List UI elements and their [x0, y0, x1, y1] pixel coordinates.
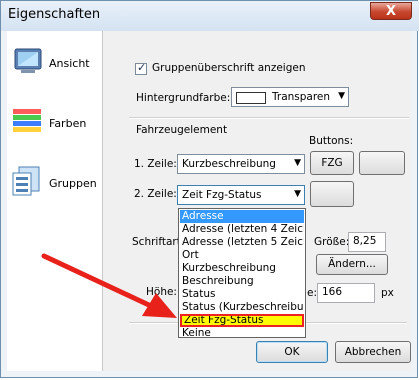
window-title: Eigenschaften [8, 7, 101, 22]
dropdown-option[interactable]: Adresse (letzten 4 Zeichen) [180, 223, 304, 236]
size-label: Größe: [314, 236, 350, 248]
sidebar-item-label: Farben [49, 117, 87, 130]
height-label-tail: e: [307, 287, 317, 299]
sidebar-item-gruppen[interactable]: Gruppen [11, 165, 101, 217]
sidebar-item-label: Gruppen [49, 177, 97, 190]
chevron-down-icon: ▼ [294, 158, 301, 168]
dropdown-option[interactable]: Ort [180, 249, 304, 262]
height-unit: px [381, 287, 394, 299]
change-font-button[interactable]: Ändern... [316, 254, 388, 275]
dropdown-option[interactable]: Status [180, 288, 304, 301]
background-color-select[interactable]: Transparen ▼ [231, 87, 349, 107]
line1-label: 1. Zeile: [134, 158, 177, 170]
buttons-label: Buttons: [309, 135, 354, 147]
dropdown-option[interactable]: Adresse (letzten 5 Zeichen) [180, 236, 304, 249]
dropdown-option[interactable]: Kurzbeschreibung [180, 262, 304, 275]
group-header-label: Gruppenüberschrift anzeigen [152, 62, 306, 74]
chevron-down-icon: ▼ [338, 91, 345, 101]
dropdown-option-zeit-fzg-status[interactable]: Zeit Fzg-Status [180, 314, 304, 327]
color-bars-icon [13, 109, 41, 132]
cancel-button[interactable]: Abbrechen [335, 341, 411, 363]
height-label: Höhe: [146, 286, 177, 298]
monitor-icon [14, 48, 42, 73]
dropdown-option[interactable]: Status (Kurzbeschreibung) [180, 301, 304, 314]
dropdown-option-adresse[interactable]: Adresse [180, 210, 304, 223]
background-color-value: Transparen [272, 91, 331, 103]
sidebar-item-ansicht[interactable]: Ansicht [11, 45, 101, 97]
sidebar-item-label: Ansicht [49, 57, 90, 70]
vehicle-section-label: Fahrzeugelement [136, 124, 228, 136]
line2-value: Zeit Fzg-Status [182, 189, 262, 201]
size-input[interactable]: 8,25 [348, 232, 386, 252]
close-button[interactable]: X [370, 2, 412, 20]
color-swatch [236, 92, 266, 104]
line2-select[interactable]: Zeit Fzg-Status ▼ [177, 185, 305, 205]
title-bar: Eigenschaften X [1, 1, 419, 31]
divider [129, 117, 409, 119]
fzg-button[interactable]: FZG [310, 151, 354, 175]
groups-icon [12, 166, 40, 196]
chevron-down-icon: ▼ [294, 189, 301, 199]
height-input[interactable]: 166 [317, 283, 375, 303]
sidebar-item-farben[interactable]: Farben [11, 105, 101, 157]
line2-label: 2. Zeile: [134, 188, 177, 200]
font-label: Schriftart: [132, 236, 185, 248]
dropdown-option[interactable]: Keine [180, 327, 304, 340]
properties-window: Eigenschaften X Ansicht Farben Gruppen ✓… [0, 0, 419, 378]
line1-value: Kurzbeschreibung [182, 158, 276, 170]
line1-select[interactable]: Kurzbeschreibung ▼ [177, 154, 305, 174]
line1-extra-button[interactable] [359, 151, 405, 175]
background-color-label: Hintergrundfarbe: [136, 92, 231, 104]
ok-button[interactable]: OK [256, 341, 328, 363]
line2-dropdown-list: Adresse Adresse (letzten 4 Zeichen) Adre… [178, 208, 306, 340]
dropdown-option[interactable]: Beschreibung [180, 275, 304, 288]
category-sidebar: Ansicht Farben Gruppen [7, 31, 103, 371]
line2-extra-button[interactable] [310, 181, 354, 207]
group-header-checkbox[interactable] [135, 61, 147, 75]
